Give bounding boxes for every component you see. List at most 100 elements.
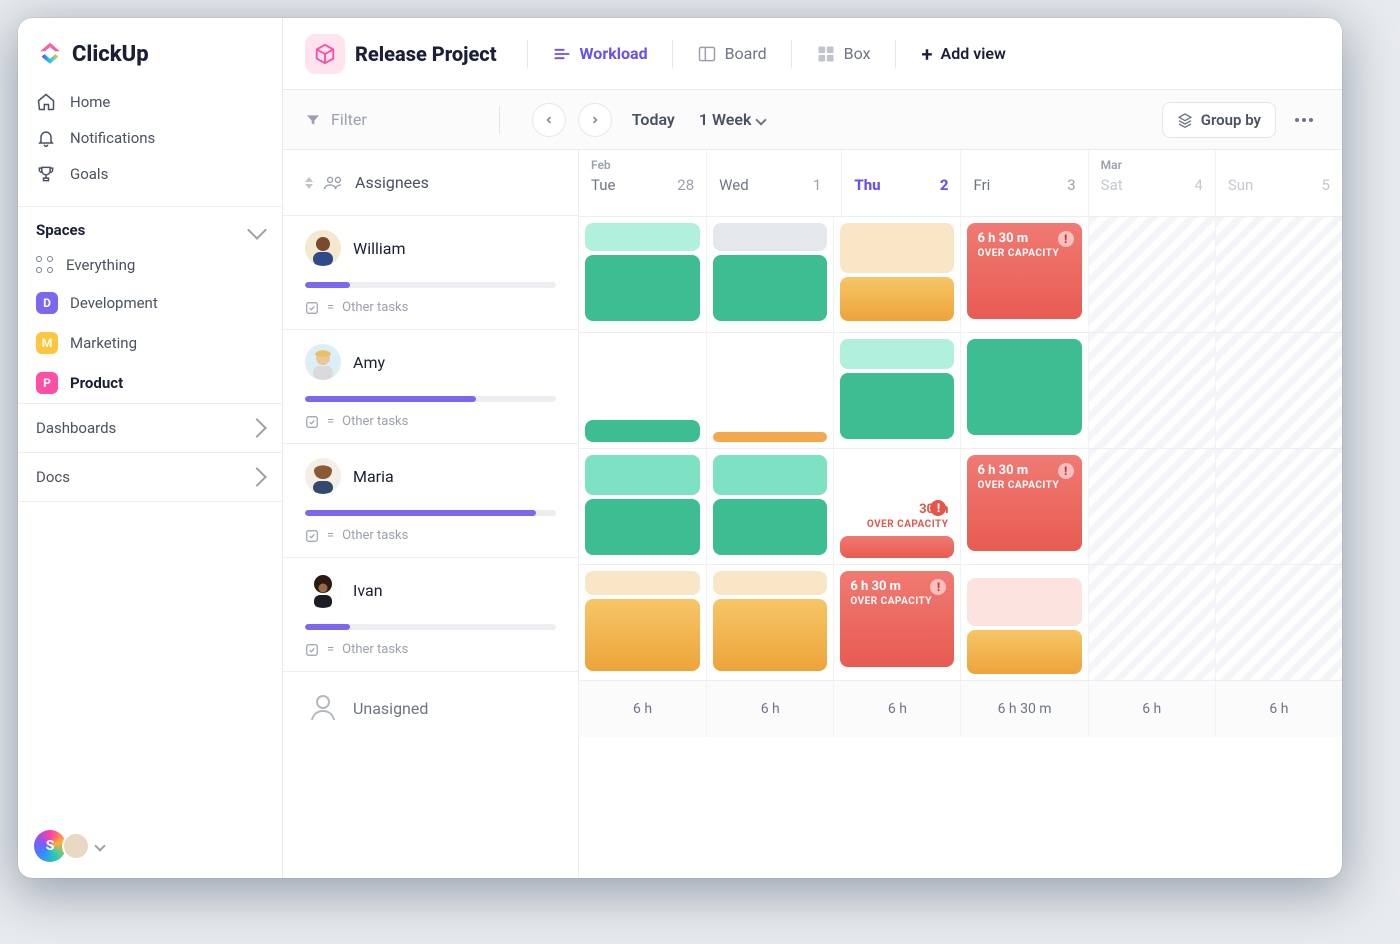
everything-icon [36,256,54,274]
nav-label: Goals [70,165,108,183]
more-button[interactable] [1288,104,1320,136]
divider [895,40,896,68]
sidebar-space-development[interactable]: D Development [18,283,282,323]
hours-cell: 6 h [1215,681,1342,737]
chevron-right-icon [247,467,267,487]
range-select[interactable]: 1 Week [699,110,766,129]
view-board[interactable]: Board [689,38,775,70]
spaces-header[interactable]: Spaces [18,206,282,247]
nav-notifications[interactable]: Notifications [18,120,282,156]
other-tasks-toggle[interactable]: =Other tasks [305,300,556,315]
workload-row: 6 h 30 mOVER CAPACITY! [579,564,1342,680]
sidebar-everything[interactable]: Everything [18,247,282,283]
hours-cell: 6 h [1088,681,1215,737]
workload-cell[interactable] [706,449,833,564]
day-header-today[interactable]: . Thu2 [841,150,960,216]
workload-cell-weekend [1088,449,1215,564]
hours-cell: 6 h [579,681,706,737]
workload-cell[interactable] [706,217,833,332]
day-header-weekend[interactable]: Mar Sat4 [1088,150,1215,216]
section-label: Docs [36,468,70,486]
alert-icon: ! [1058,231,1074,247]
sidebar-footer[interactable]: S [18,814,282,878]
sidebar-docs[interactable]: Docs [18,452,282,502]
workload-cell[interactable]: 30 m OVER CAPACITY ! [833,449,960,564]
workload-cell[interactable] [960,333,1087,448]
month-label: Feb [591,158,694,172]
chevron-down-icon [247,220,267,240]
add-view-label: Add view [941,44,1006,63]
today-button[interactable]: Today [632,110,675,129]
nav-goals[interactable]: Goals [18,156,282,192]
progress-bar [305,396,556,402]
workload-cell[interactable] [833,333,960,448]
workload-cell-weekend [1215,449,1342,564]
over-label: OVER CAPACITY [977,248,1071,259]
other-tasks-toggle[interactable]: =Other tasks [305,642,556,657]
workload-cell[interactable] [706,565,833,680]
logo[interactable]: ClickUp [18,18,282,84]
workload-cell-weekend [1215,333,1342,448]
project-icon[interactable] [305,34,345,74]
day-name: Sun [1228,176,1253,194]
workload-cell[interactable]: 6 h 30 mOVER CAPACITY! [960,217,1087,332]
view-box[interactable]: Box [808,38,879,70]
filter-button[interactable]: Filter [305,110,367,129]
other-tasks-label: Other tasks [342,414,408,429]
assignee-row[interactable]: Maria =Other tasks [283,444,578,558]
other-tasks-label: Other tasks [342,642,408,657]
sidebar-space-marketing[interactable]: M Marketing [18,323,282,363]
workload-cell[interactable]: 6 h 30 mOVER CAPACITY! [833,565,960,680]
workload-cell[interactable] [579,333,706,448]
day-num: 5 [1322,176,1330,194]
workload-cell[interactable] [960,565,1087,680]
hours-footer-row: 6 h 6 h 6 h 6 h 30 m 6 h 6 h [579,680,1342,737]
assignee-row[interactable]: Ivan =Other tasks [283,558,578,672]
assignee-row-unassigned[interactable]: Unasigned [283,672,578,744]
add-view-button[interactable]: + Add view [922,44,1006,64]
assignees-header[interactable]: Assignees [283,150,578,216]
day-header[interactable]: . Wed1 [706,150,833,216]
bell-icon [36,128,56,148]
app-window: ClickUp Home Notifications Goals Spaces … [18,18,1342,878]
workload-cell-weekend [1088,333,1215,448]
nav-home[interactable]: Home [18,84,282,120]
progress-bar [305,510,556,516]
other-tasks-toggle[interactable]: =Other tasks [305,528,556,543]
person-outline-icon [305,690,341,726]
avatar [305,572,341,608]
other-tasks-toggle[interactable]: =Other tasks [305,414,556,429]
task-list-icon [305,415,319,429]
workload-cell[interactable] [706,333,833,448]
workload-cell[interactable] [579,217,706,332]
task-list-icon [305,529,319,543]
assignee-name: Ivan [353,581,383,600]
workload-cell[interactable] [579,565,706,680]
group-by-label: Group by [1201,111,1261,129]
workload-cell[interactable] [833,217,960,332]
day-num: 4 [1194,176,1202,194]
brand-name: ClickUp [72,42,149,67]
assignee-row[interactable]: Amy =Other tasks [283,330,578,444]
group-by-button[interactable]: Group by [1162,102,1276,138]
home-icon [36,92,56,112]
assignee-row[interactable]: William =Other tasks [283,216,578,330]
day-header-weekend[interactable]: . Sun5 [1215,150,1342,216]
section-label: Dashboards [36,419,116,437]
next-button[interactable] [578,103,612,137]
divider [791,40,792,68]
prev-button[interactable] [532,103,566,137]
day-header[interactable]: . Fri3 [960,150,1087,216]
workload-cell-weekend [1215,565,1342,680]
workload-cell[interactable]: 6 h 30 mOVER CAPACITY! [960,449,1087,564]
trophy-icon [36,164,56,184]
day-name: Thu [854,176,880,194]
day-name: Tue [591,176,615,194]
view-workload[interactable]: Workload [544,38,656,70]
chevron-right-icon [247,418,267,438]
sidebar-space-product[interactable]: P Product [18,363,282,403]
sidebar-dashboards[interactable]: Dashboards [18,403,282,452]
day-header[interactable]: Feb Tue28 [579,150,706,216]
progress-bar [305,282,556,288]
workload-cell[interactable] [579,449,706,564]
